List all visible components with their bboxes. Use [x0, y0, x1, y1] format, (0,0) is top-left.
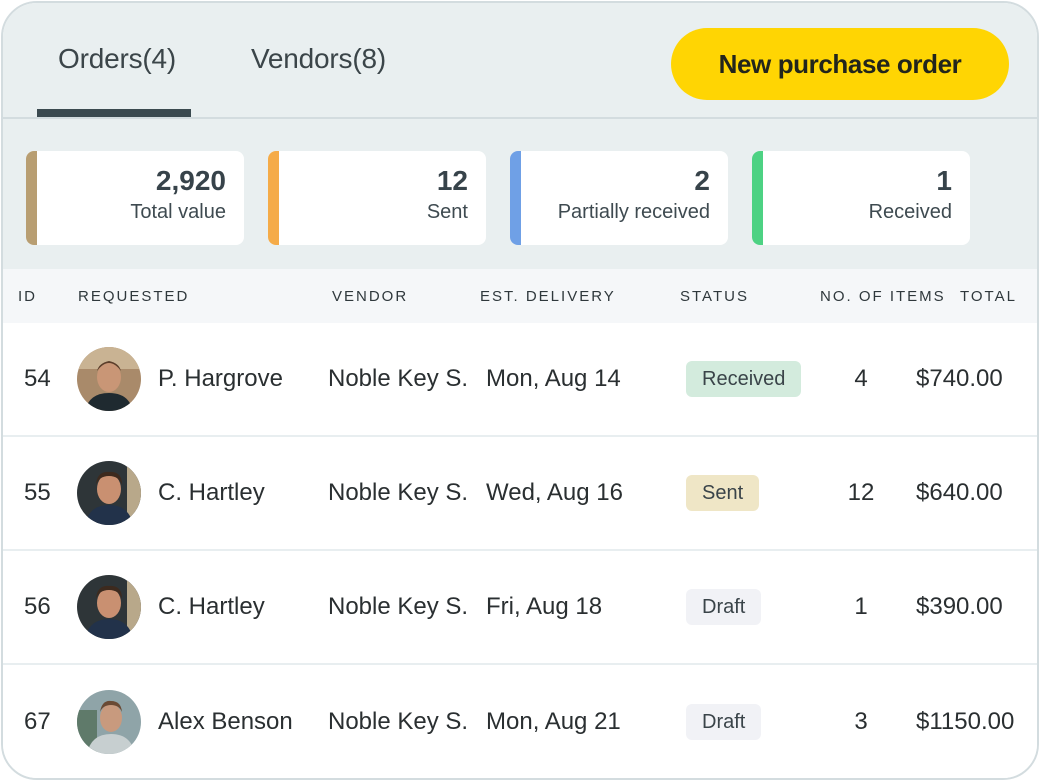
- stat-value: 12: [436, 165, 468, 196]
- status-badge-cell: Received: [686, 361, 802, 397]
- table-row[interactable]: 67 Alex Benson Noble Key S. Mon, Aug 21 …: [3, 665, 1037, 778]
- table-row[interactable]: 55 C. Hartley Noble Key S. Wed, Aug 16 S…: [3, 437, 1037, 551]
- active-tab-indicator: [37, 109, 191, 117]
- item-count: 3: [854, 708, 868, 735]
- requested-by: C. Hartley: [158, 593, 265, 620]
- avatar: [77, 575, 141, 639]
- status-badge: Sent: [686, 475, 760, 511]
- status-badge-cell: Sent: [686, 475, 760, 511]
- stat-color-bar: [26, 151, 37, 245]
- column-header-vendor[interactable]: VENDOR: [332, 288, 408, 305]
- column-header-requested[interactable]: REQUESTED: [78, 288, 189, 305]
- stats-row: 2,920 Total value 12 Sent 2 Partially re…: [3, 119, 1037, 269]
- stat-value: 1: [936, 165, 952, 196]
- stat-label: Partially received: [557, 201, 710, 223]
- avatar: [77, 690, 141, 754]
- stat-color-bar: [510, 151, 521, 245]
- stat-value: 2,920: [155, 165, 226, 196]
- stat-card-received: 1 Received: [752, 151, 970, 245]
- est-delivery: Fri, Aug 18: [486, 593, 603, 620]
- avatar-c-hartley-icon: [77, 461, 141, 525]
- order-id: 67: [24, 708, 51, 735]
- item-count: 12: [847, 479, 875, 506]
- stat-label: Received: [868, 201, 952, 223]
- column-header-total[interactable]: TOTAL: [960, 288, 1017, 305]
- avatar: [77, 461, 141, 525]
- column-header-status[interactable]: STATUS: [680, 288, 749, 305]
- status-badge: Received: [686, 361, 802, 397]
- column-header-items[interactable]: NO. OF ITEMS: [820, 288, 946, 305]
- status-badge: Draft: [686, 589, 762, 625]
- requested-by: Alex Benson: [158, 708, 293, 735]
- new-purchase-order-button[interactable]: New purchase order: [671, 28, 1009, 100]
- avatar-c-hartley-icon: [77, 575, 141, 639]
- column-header-est-delivery[interactable]: EST. DELIVERY: [480, 288, 616, 305]
- table-header: ID REQUESTED VENDOR EST. DELIVERY STATUS…: [3, 269, 1037, 323]
- stat-color-bar: [268, 151, 279, 245]
- order-id: 56: [24, 593, 51, 620]
- vendor-name: Noble Key S.: [328, 479, 469, 506]
- requested-by: C. Hartley: [158, 479, 265, 506]
- est-delivery: Mon, Aug 14: [486, 365, 621, 392]
- avatar: [77, 347, 141, 411]
- vendor-name: Noble Key S.: [328, 365, 469, 392]
- status-badge: Draft: [686, 704, 762, 740]
- item-count: 4: [854, 365, 868, 392]
- purchase-orders-panel: Orders(4) Vendors(8) New purchase order …: [1, 1, 1039, 780]
- stat-card-total-value: 2,920 Total value: [26, 151, 244, 245]
- avatar-p-hargrove-icon: [77, 347, 141, 411]
- tab-orders[interactable]: Orders(4): [58, 43, 176, 75]
- order-total: $740.00: [916, 365, 1003, 392]
- stat-color-bar: [752, 151, 763, 245]
- vendor-name: Noble Key S.: [328, 708, 469, 735]
- tab-bar: Orders(4) Vendors(8) New purchase order: [3, 3, 1037, 119]
- tab-vendors[interactable]: Vendors(8): [251, 43, 386, 75]
- order-id: 54: [24, 365, 51, 392]
- order-total: $1150.00: [916, 708, 1015, 735]
- stat-card-partially-received: 2 Partially received: [510, 151, 728, 245]
- column-header-id[interactable]: ID: [18, 288, 37, 305]
- order-total: $390.00: [916, 593, 1003, 620]
- status-badge-cell: Draft: [686, 589, 762, 625]
- est-delivery: Wed, Aug 16: [486, 479, 623, 506]
- stat-value: 2: [694, 165, 710, 196]
- vendor-name: Noble Key S.: [328, 593, 469, 620]
- stat-card-sent: 12 Sent: [268, 151, 486, 245]
- table-row[interactable]: 56 C. Hartley Noble Key S. Fri, Aug 18 D…: [3, 551, 1037, 665]
- est-delivery: Mon, Aug 21: [486, 708, 621, 735]
- order-id: 55: [24, 479, 51, 506]
- stat-label: Sent: [426, 201, 468, 223]
- stat-label: Total value: [130, 201, 226, 223]
- status-badge-cell: Draft: [686, 704, 762, 740]
- order-total: $640.00: [916, 479, 1003, 506]
- table-row[interactable]: 54 P. Hargrove Noble Key S. Mon, Aug 14 …: [3, 323, 1037, 437]
- requested-by: P. Hargrove: [158, 365, 283, 392]
- avatar-alex-benson-icon: [77, 690, 141, 754]
- item-count: 1: [854, 593, 868, 620]
